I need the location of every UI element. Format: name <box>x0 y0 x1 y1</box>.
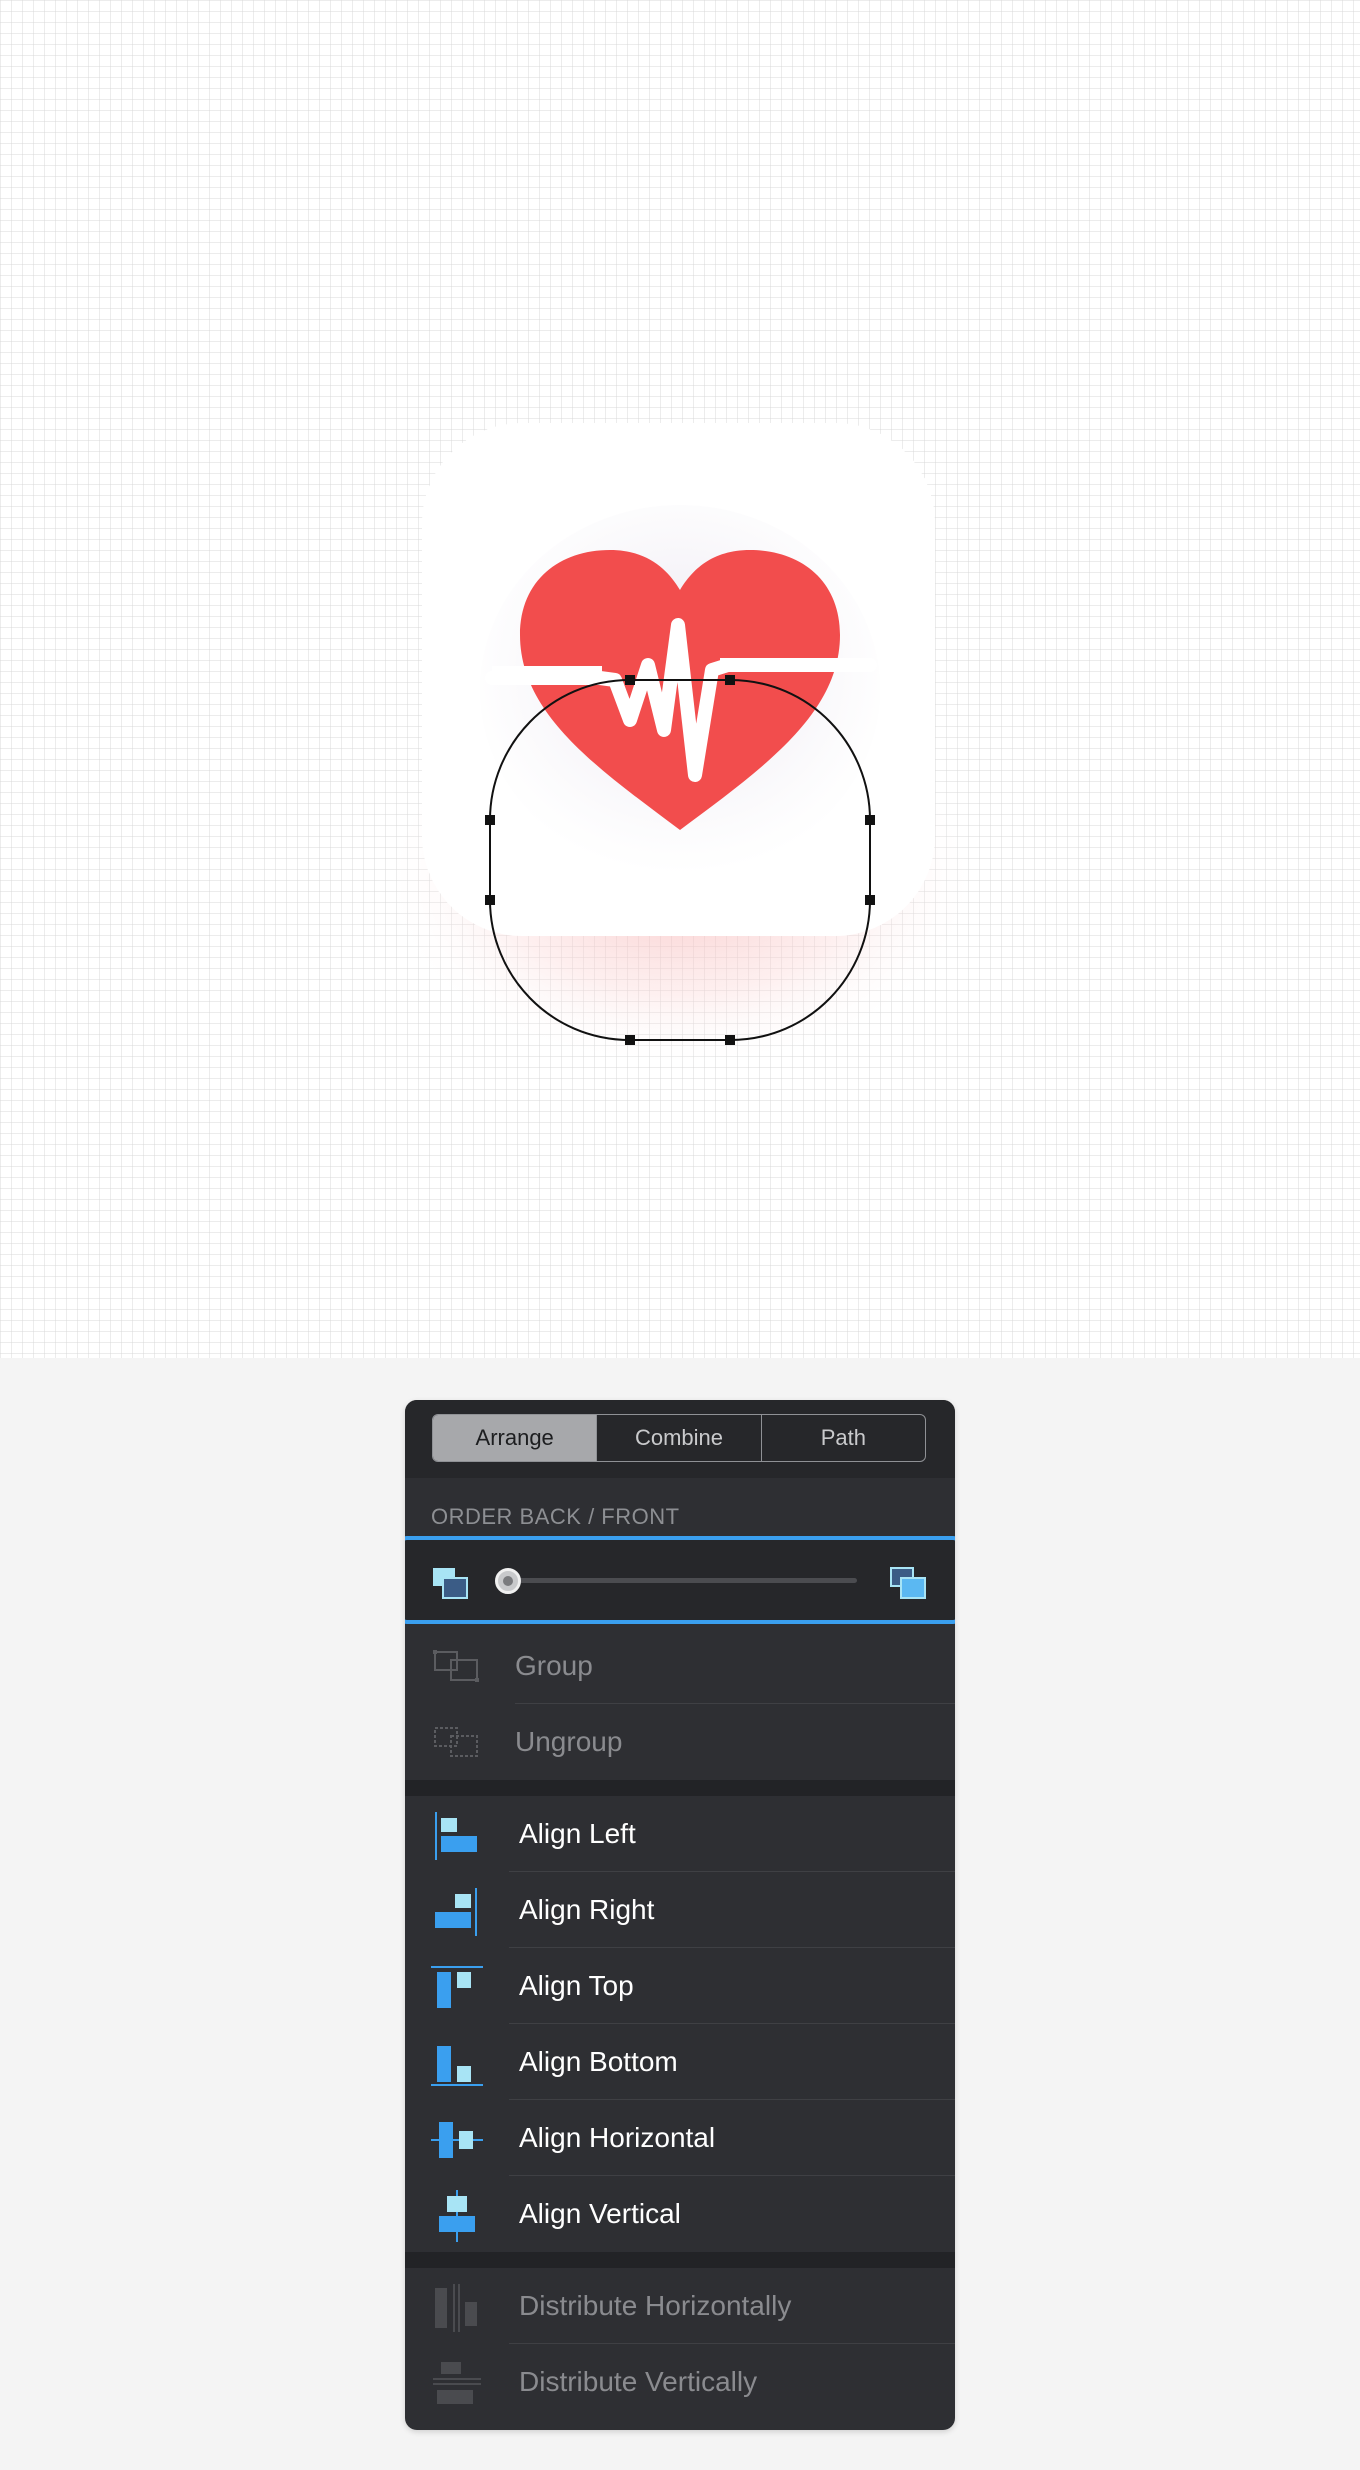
align-vertical-label: Align Vertical <box>519 2198 681 2229</box>
align-horizontal-item[interactable]: Align Horizontal <box>405 2100 955 2176</box>
panel-header: Arrange Combine Path <box>405 1400 955 1478</box>
align-top-icon <box>431 1966 483 2008</box>
align-horizontal-icon <box>431 2122 483 2158</box>
design-canvas[interactable] <box>0 0 1360 1358</box>
align-left-label: Align Left <box>519 1818 636 1849</box>
distribute-vertically-icon <box>433 2362 481 2404</box>
tab-combine[interactable]: Combine <box>596 1415 760 1461</box>
align-bottom-icon <box>431 2046 483 2086</box>
ungroup-icon <box>434 1727 478 1757</box>
order-section-title: ORDER BACK / FRONT <box>431 1504 680 1529</box>
align-bottom-item[interactable]: Align Bottom <box>405 2024 955 2100</box>
arrange-panel: Arrange Combine Path ORDER BACK / FRONT … <box>405 1400 955 2430</box>
ungroup-label: Ungroup <box>515 1726 623 1757</box>
canvas-artwork <box>0 0 1360 1358</box>
align-right-item[interactable]: Align Right <box>405 1872 955 1948</box>
align-left-item[interactable]: Align Left <box>405 1796 955 1872</box>
align-top-label: Align Top <box>519 1970 634 2001</box>
align-top-item[interactable]: Align Top <box>405 1948 955 2024</box>
distribute-horizontally-label: Distribute Horizontally <box>519 2290 792 2321</box>
align-left-icon <box>435 1812 477 1860</box>
align-right-label: Align Right <box>519 1894 655 1925</box>
ungroup-item[interactable]: Ungroup <box>405 1704 955 1780</box>
group-item[interactable]: Group <box>405 1628 955 1704</box>
distribute-vertically-label: Distribute Vertically <box>519 2366 758 2397</box>
align-horizontal-label: Align Horizontal <box>519 2122 716 2153</box>
tab-arrange[interactable]: Arrange <box>433 1415 597 1461</box>
section-divider <box>405 1780 955 1796</box>
align-right-icon <box>435 1888 477 1936</box>
group-icon <box>433 1650 479 1682</box>
distribute-horizontally-item[interactable]: Distribute Horizontally <box>405 2268 955 2344</box>
align-vertical-icon <box>439 2190 475 2242</box>
distribute-horizontally-icon <box>435 2284 477 2332</box>
align-vertical-item[interactable]: Align Vertical <box>405 2176 955 2252</box>
distribute-vertically-item[interactable]: Distribute Vertically <box>405 2344 955 2420</box>
section-divider <box>405 2252 955 2268</box>
group-label: Group <box>515 1650 593 1681</box>
tab-segmented-control: Arrange Combine Path <box>432 1414 926 1462</box>
tab-path[interactable]: Path <box>760 1415 925 1461</box>
align-bottom-label: Align Bottom <box>519 2046 678 2077</box>
order-row-selection-highlight <box>405 1536 955 1624</box>
